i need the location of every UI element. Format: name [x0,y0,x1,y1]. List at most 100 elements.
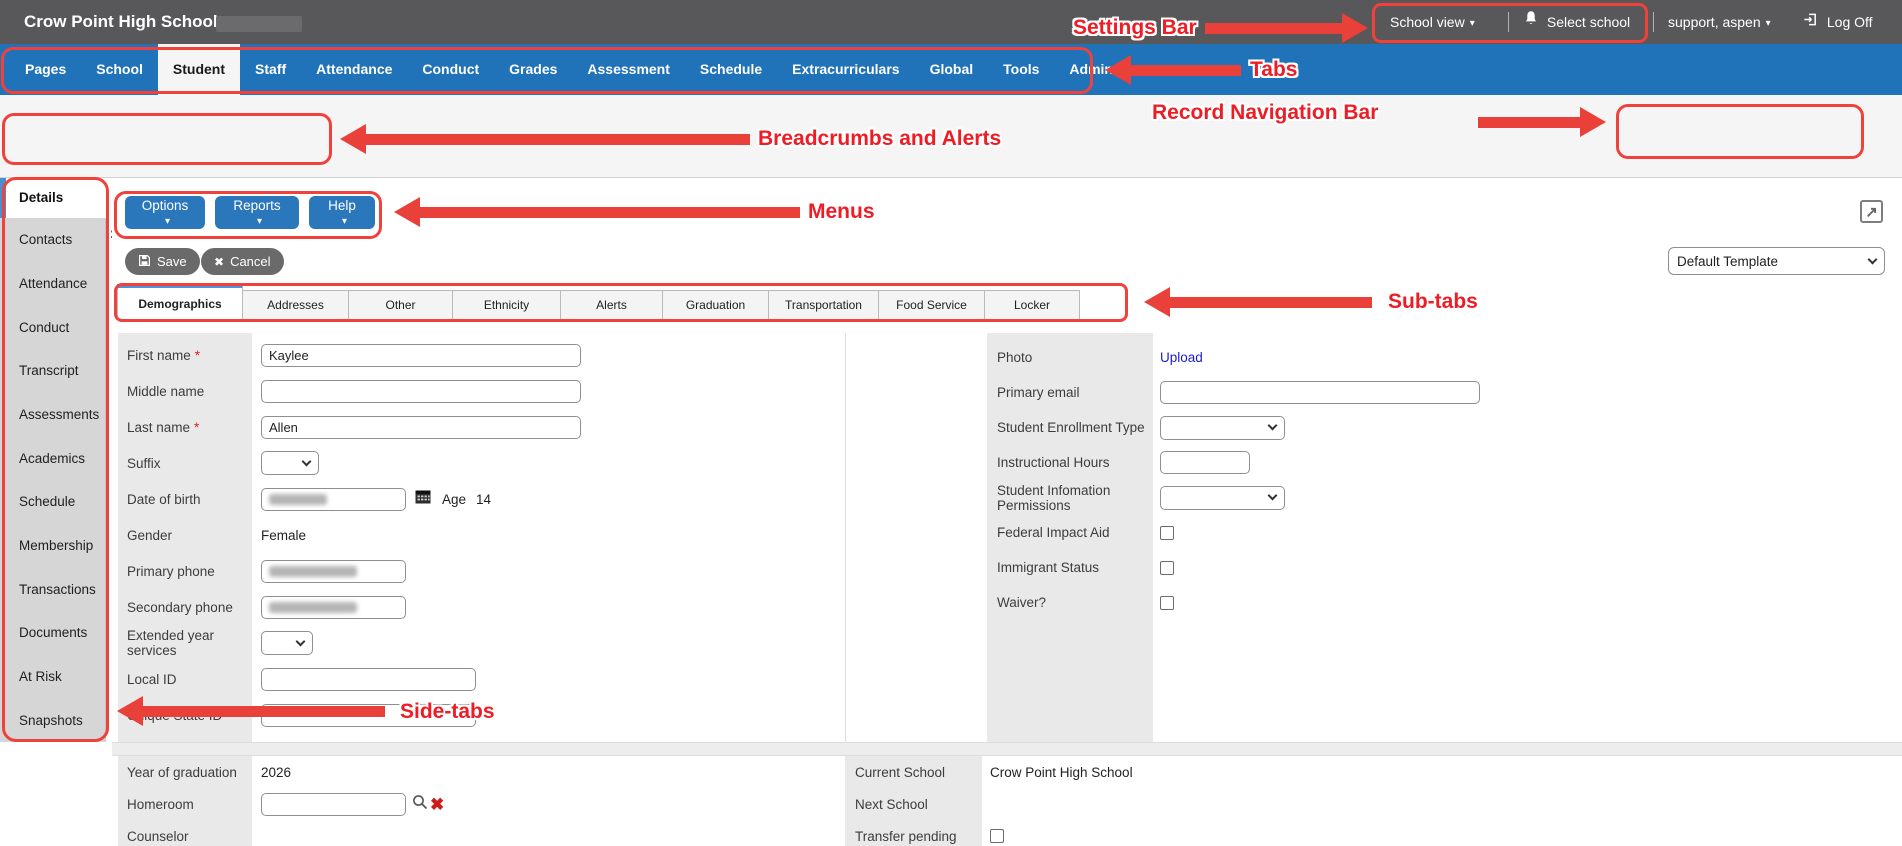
tab-admin[interactable]: Admin [1054,44,1128,95]
settings-bar: Crow Point High School School view▾ Sele… [0,0,1902,44]
tab-extracurriculars[interactable]: Extracurriculars [777,44,914,95]
federal-impact-aid-checkbox[interactable] [1160,526,1174,540]
template-select[interactable]: Default Template [1668,247,1885,275]
tab-schedule[interactable]: Schedule [685,44,777,95]
help-menu-button[interactable]: Help ▾ [309,196,375,229]
tab-tools[interactable]: Tools [988,44,1054,95]
subtab-food-service[interactable]: Food Service [878,290,985,320]
primary-phone-label: Primary phone [118,564,252,579]
template-select-value: Default Template [1677,254,1778,269]
field-row-unique-state-id: Unique State ID [118,697,845,733]
sub-tab-bar: Demographics Addresses Other Ethnicity A… [117,284,1080,320]
clear-x-icon[interactable]: ✖ [430,796,444,813]
info-permissions-select[interactable] [1160,486,1285,510]
field-row-first-name: First name * [118,337,845,373]
enrollment-type-label: Student Enrollment Type [987,420,1153,435]
tab-staff[interactable]: Staff [240,44,301,95]
tab-conduct[interactable]: Conduct [407,44,494,95]
field-row-immigrant-status: Immigrant Status [987,550,1887,585]
field-row-homeroom: Homeroom ✖ [118,788,838,820]
first-name-field[interactable] [261,344,581,367]
required-asterisk: * [194,420,199,435]
sidetab-at-risk[interactable]: At Risk [0,655,105,699]
magnifier-icon[interactable] [412,794,428,815]
secondary-phone-field[interactable] [261,596,406,619]
sidetab-transactions[interactable]: Transactions [0,567,105,611]
field-row-gender: Gender Female [118,517,845,553]
tab-school[interactable]: School [81,44,158,95]
options-menu-button[interactable]: Options ▾ [125,196,205,229]
required-asterisk: * [195,348,200,363]
save-button[interactable]: Save [125,248,200,275]
subtab-locker[interactable]: Locker [984,290,1080,320]
sidetab-contacts[interactable]: Contacts [0,218,105,262]
primary-email-label: Primary email [987,385,1153,400]
sidetab-snapshots[interactable]: Snapshots [0,698,105,742]
school-view-menu[interactable]: School view▾ [1390,0,1475,44]
user-menu[interactable]: support, aspen▾ [1668,0,1771,44]
chevron-down-icon [1868,254,1878,264]
date-of-birth-field[interactable] [261,488,406,511]
chevron-down-icon [1268,421,1278,431]
transfer-pending-checkbox[interactable] [990,829,1004,843]
sidetab-documents[interactable]: Documents [0,611,105,655]
immigrant-status-label: Immigrant Status [987,560,1153,575]
photo-upload-link[interactable]: Upload [1160,350,1203,365]
immigrant-status-checkbox[interactable] [1160,561,1174,575]
sidetab-transcript[interactable]: Transcript [0,349,105,393]
primary-phone-field[interactable] [261,560,406,583]
subtab-graduation[interactable]: Graduation [662,290,769,320]
tab-attendance[interactable]: Attendance [301,44,407,95]
sidetab-assessments[interactable]: Assessments [0,393,105,437]
subtab-alerts[interactable]: Alerts [560,290,663,320]
sidetab-academics[interactable]: Academics [0,436,105,480]
enrollment-type-select[interactable] [1160,416,1285,440]
chevron-down-icon: ▾ [342,216,347,227]
waiver-checkbox[interactable] [1160,596,1174,610]
main-tab-bar: Pages School Student Staff Attendance Co… [0,44,1902,95]
breadcrumb-bar: Student List :: 09 - Allen, Kaylee [0,95,1902,178]
field-row-instructional-hours: Instructional Hours [987,445,1887,480]
field-row-current-school: Current School Crow Point High School [845,756,1745,788]
sidetab-membership[interactable]: Membership [0,524,105,568]
subtab-other[interactable]: Other [348,290,453,320]
year-of-graduation-label: Year of graduation [118,765,252,780]
last-name-field[interactable] [261,416,581,439]
homeroom-field[interactable] [261,793,406,816]
school-title: Crow Point High School [24,0,218,44]
chevron-down-icon [296,636,306,646]
subtab-demographics[interactable]: Demographics [117,284,243,320]
sidetab-attendance[interactable]: Attendance [0,262,105,306]
instructional-hours-field[interactable] [1160,451,1250,474]
redacted-text-block [216,16,302,32]
sidetab-conduct[interactable]: Conduct [0,305,105,349]
unique-state-id-field[interactable] [261,704,476,727]
subtab-transportation[interactable]: Transportation [768,290,879,320]
middle-name-field[interactable] [261,380,581,403]
first-name-label: First name [127,348,191,363]
local-id-field[interactable] [261,668,476,691]
sidetab-schedule[interactable]: Schedule [0,480,105,524]
suffix-select[interactable] [261,451,319,475]
field-row-local-id: Local ID [118,661,845,697]
log-off-button[interactable]: Log Off [1803,0,1873,44]
calendar-icon[interactable] [415,489,431,509]
tab-student[interactable]: Student [158,44,240,95]
tab-assessment[interactable]: Assessment [572,44,685,95]
subtab-ethnicity[interactable]: Ethnicity [452,290,561,320]
chevron-down-icon: ▾ [1766,18,1771,29]
reports-menu-button[interactable]: Reports ▾ [215,196,299,229]
sidetab-details[interactable]: Details [0,178,106,218]
aspen-student-details-screen: Crow Point High School School view▾ Sele… [0,0,1902,846]
expand-icon[interactable]: ↗ [1860,200,1883,223]
subtab-addresses[interactable]: Addresses [242,290,349,320]
extended-year-services-select[interactable] [261,631,313,655]
primary-email-field[interactable] [1160,381,1480,404]
select-school-button[interactable]: Select school [1524,0,1630,44]
field-row-federal-impact-aid: Federal Impact Aid [987,515,1887,550]
tab-global[interactable]: Global [915,44,989,95]
tab-pages[interactable]: Pages [10,44,81,95]
cancel-button[interactable]: ✖ Cancel [201,248,284,275]
tab-grades[interactable]: Grades [494,44,572,95]
redacted-value [269,602,357,613]
